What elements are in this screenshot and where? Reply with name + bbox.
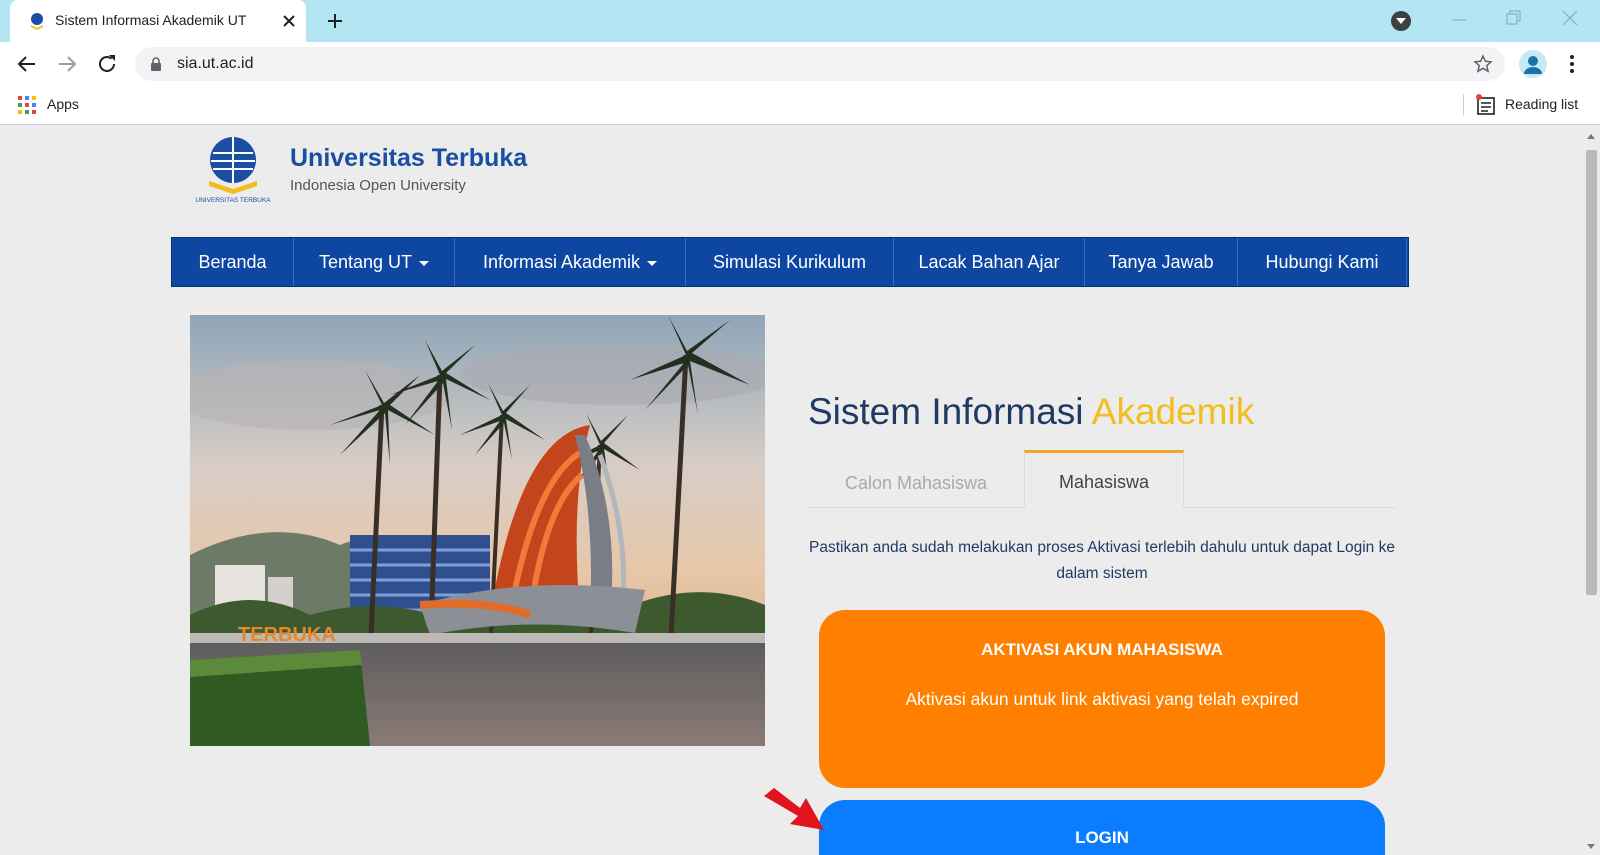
restore-icon[interactable] xyxy=(1504,8,1524,28)
nav-item-tentang-ut[interactable]: Tentang UT xyxy=(294,238,455,286)
nav-item-beranda[interactable]: Beranda xyxy=(172,238,294,286)
nav-label: Lacak Bahan Ajar xyxy=(918,252,1060,272)
nav-label: Beranda xyxy=(198,252,267,272)
reading-list-icon[interactable] xyxy=(1476,94,1496,116)
caret-down-icon xyxy=(647,260,658,266)
scroll-up-arrow-icon[interactable] xyxy=(1587,134,1595,139)
bookmark-star-icon[interactable] xyxy=(1473,54,1493,74)
ut-logo-emblem[interactable]: UNIVERSITAS TERBUKA xyxy=(189,133,277,205)
browser-tab[interactable]: Sistem Informasi Akademik UT xyxy=(10,0,306,42)
tab-mahasiswa[interactable]: Mahasiswa xyxy=(1024,450,1184,508)
page-title: Sistem Informasi Akademik xyxy=(808,391,1254,433)
browser-tab-strip: Sistem Informasi Akademik UT xyxy=(0,0,1600,42)
campus-sign-text: TERBUKA xyxy=(238,624,336,646)
url-text[interactable]: sia.ut.ac.id xyxy=(177,55,253,73)
nav-label: Informasi Akademik xyxy=(482,252,641,272)
browser-toolbar: sia.ut.ac.id xyxy=(0,42,1600,86)
page-title-accent: Akademik xyxy=(1091,391,1255,432)
close-tab-icon[interactable] xyxy=(278,10,300,32)
nav-item-informasi-akademik[interactable]: Informasi Akademik xyxy=(455,238,686,286)
red-pointer-arrow-icon xyxy=(764,788,824,830)
minimize-icon[interactable] xyxy=(1449,10,1469,30)
browser-menu-icon[interactable] xyxy=(1567,52,1577,76)
profile-avatar-icon[interactable] xyxy=(1519,50,1547,78)
nav-label: Tanya Jawab xyxy=(1108,252,1214,272)
nav-label: Simulasi Kurikulum xyxy=(712,252,867,272)
address-bar[interactable]: sia.ut.ac.id xyxy=(135,47,1505,81)
scroll-thumb[interactable] xyxy=(1586,150,1597,595)
tab-title: Sistem Informasi Akademik UT xyxy=(55,12,247,28)
nav-item-hubungi-kami[interactable]: Hubungi Kami xyxy=(1238,238,1407,286)
login-button-label: LOGIN xyxy=(1075,828,1129,847)
ut-favicon-icon xyxy=(31,13,43,30)
apps-grid-icon[interactable] xyxy=(18,96,36,114)
nav-item-simulasi-kurikulum[interactable]: Simulasi Kurikulum xyxy=(686,238,894,286)
main-navbar: Beranda Tentang UT Informasi Akademik Si… xyxy=(171,237,1409,287)
reading-list-link[interactable]: Reading list xyxy=(1505,96,1578,112)
tab-search-icon[interactable] xyxy=(1391,11,1411,31)
aktivasi-akun-button[interactable]: AKTIVASI AKUN MAHASISWA Aktivasi akun un… xyxy=(819,610,1385,788)
nav-item-tanya-jawab[interactable]: Tanya Jawab xyxy=(1085,238,1238,286)
nav-label: Hubungi Kami xyxy=(1265,252,1379,272)
lock-icon[interactable] xyxy=(150,57,162,71)
nav-label: Tentang UT xyxy=(318,252,413,272)
aktivasi-button-heading: AKTIVASI AKUN MAHASISWA xyxy=(981,640,1223,659)
logo-emblem-text: UNIVERSITAS TERBUKA xyxy=(195,197,271,204)
bookmarks-divider xyxy=(1463,94,1464,116)
page-title-part1: Sistem Informasi xyxy=(808,391,1084,432)
page-scrollbar[interactable] xyxy=(1582,126,1600,855)
tab-calon-mahasiswa[interactable]: Calon Mahasiswa xyxy=(808,458,1024,508)
scroll-down-arrow-icon[interactable] xyxy=(1587,844,1595,849)
apps-link[interactable]: Apps xyxy=(47,96,79,112)
activation-notice: Pastikan anda sudah melakukan proses Akt… xyxy=(809,539,1395,582)
reload-icon[interactable] xyxy=(95,52,119,76)
caret-down-icon xyxy=(419,260,430,266)
bookmarks-bar: Apps Reading list xyxy=(0,86,1600,125)
site-logo-title[interactable]: Universitas Terbuka xyxy=(290,144,527,173)
forward-arrow-icon[interactable] xyxy=(55,52,79,76)
login-button[interactable]: LOGIN xyxy=(819,800,1385,855)
new-tab-icon[interactable] xyxy=(325,11,345,31)
aktivasi-button-description: Aktivasi akun untuk link aktivasi yang t… xyxy=(905,689,1299,709)
back-arrow-icon[interactable] xyxy=(15,52,39,76)
nav-item-lacak-bahan-ajar[interactable]: Lacak Bahan Ajar xyxy=(894,238,1085,286)
site-logo-subtitle: Indonesia Open University xyxy=(290,177,466,194)
campus-hero-image: TERBUKA xyxy=(190,315,765,746)
window-close-icon[interactable] xyxy=(1560,8,1580,28)
